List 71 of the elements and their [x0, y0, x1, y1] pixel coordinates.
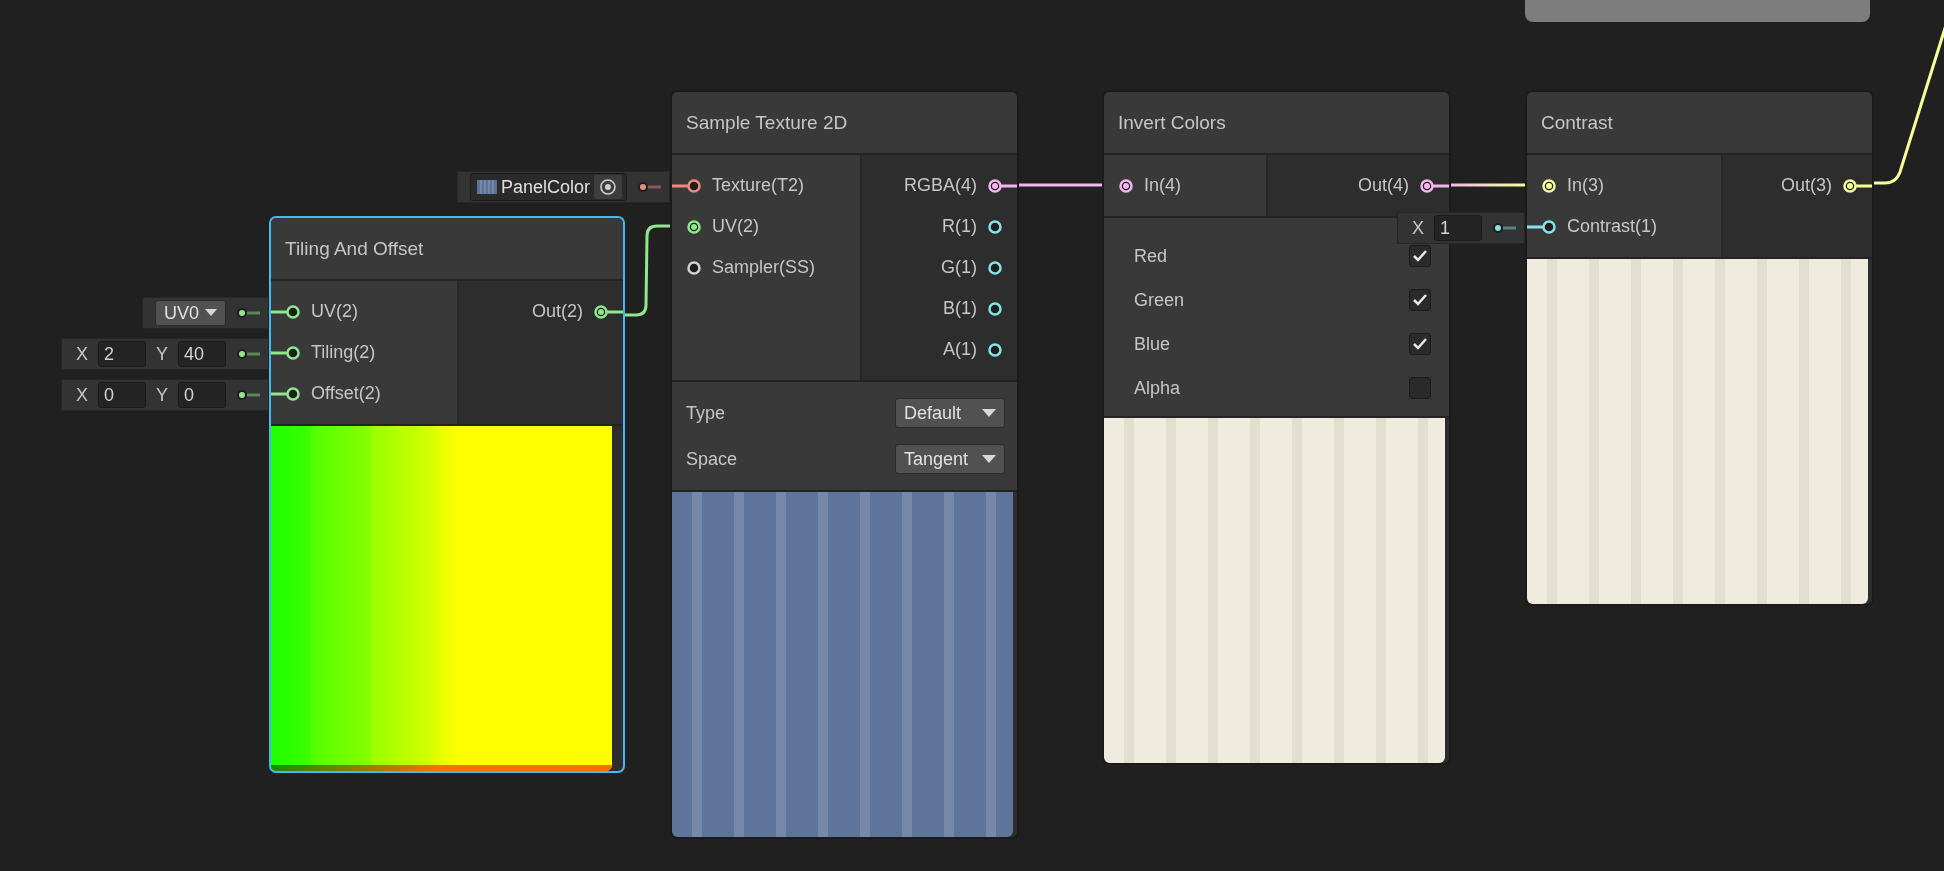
graph-node[interactable]: Sample Texture 2D Texture(T2) UV(2) Sampler(SS) RGBA(4) R(1) G(1) B(1) A(1) Type Default Space Tangent: [670, 90, 1019, 839]
port-label: RGBA(4): [903, 175, 978, 196]
axis-label: Y: [155, 343, 169, 365]
port-label: Offset(2): [310, 383, 382, 404]
setting-dropdown[interactable]: Tangent: [895, 444, 1005, 474]
checkbox[interactable]: [1409, 245, 1431, 267]
connector-dot-icon: [635, 181, 661, 193]
node-title: Tiling And Offset: [271, 218, 623, 281]
port-icon[interactable]: [591, 303, 623, 320]
connector-dot-icon: [234, 348, 260, 360]
checkbox[interactable]: [1409, 289, 1431, 311]
connector-dot-icon: [234, 307, 260, 319]
port-label: G(1): [940, 257, 978, 278]
port-label: Out(2): [531, 301, 584, 322]
setting-dropdown[interactable]: Default: [895, 398, 1005, 428]
check-icon: [1412, 293, 1428, 307]
checkbox[interactable]: [1409, 333, 1431, 355]
channel-label: Green: [1134, 289, 1185, 311]
caret-icon: [982, 454, 996, 464]
check-icon: [1412, 249, 1428, 263]
target-icon: [599, 178, 617, 196]
number-field[interactable]: 40: [178, 341, 226, 367]
checkbox[interactable]: [1409, 377, 1431, 399]
node-title: Contrast: [1527, 92, 1872, 155]
port-label: Contrast(1): [1566, 216, 1659, 237]
port-label: Out(3): [1780, 175, 1833, 196]
port-icon[interactable]: [985, 177, 1017, 194]
port-label: Tiling(2): [310, 342, 377, 363]
axis-label: X: [74, 384, 89, 406]
port-label: B(1): [942, 298, 978, 319]
port-label: UV(2): [310, 301, 359, 322]
setting-label: Space: [686, 448, 738, 470]
number-field[interactable]: 0: [178, 382, 226, 408]
texture-swatch-icon: [476, 180, 497, 194]
port-icon[interactable]: [1527, 218, 1559, 235]
port-icon[interactable]: [672, 177, 704, 194]
texture-field[interactable]: PanelColor: [469, 173, 627, 201]
port-icon[interactable]: [271, 385, 303, 402]
port-icon[interactable]: [271, 344, 303, 361]
axis-label: X: [74, 343, 89, 365]
port-icon[interactable]: [1840, 177, 1872, 194]
object-picker-button[interactable]: [594, 175, 622, 199]
number-field[interactable]: 0: [98, 382, 146, 408]
connector-dot-icon: [234, 389, 260, 401]
port-label: In(4): [1143, 175, 1182, 196]
port-label: R(1): [941, 216, 978, 237]
axis-label: Y: [155, 384, 169, 406]
port-label: In(3): [1566, 175, 1605, 196]
check-icon: [1412, 337, 1428, 351]
graph-node[interactable]: Tiling And Offset UV(2) Tiling(2) Offset(2) Out(2): [269, 216, 625, 773]
channel-label: Alpha: [1134, 377, 1181, 399]
node-title: Invert Colors: [1104, 92, 1449, 155]
axis-label: X: [1411, 217, 1425, 239]
port-label: Sampler(SS): [711, 257, 817, 278]
caret-icon: [205, 309, 217, 317]
caret-icon: [982, 408, 996, 418]
connector-dot-icon: [1490, 222, 1516, 234]
port-icon[interactable]: [271, 303, 303, 320]
uv-dropdown[interactable]: UV0: [155, 300, 226, 326]
channel-label: Red: [1134, 245, 1168, 267]
port-label: Texture(T2): [711, 175, 806, 196]
node-title: Sample Texture 2D: [672, 92, 1017, 155]
port-icon[interactable]: [1417, 177, 1449, 194]
number-field[interactable]: 2: [98, 341, 146, 367]
graph-node[interactable]: Contrast In(3) Contrast(1) Out(3): [1525, 90, 1874, 606]
setting-label: Type: [686, 402, 726, 424]
port-label: UV(2): [711, 216, 760, 237]
port-label: Out(4): [1357, 175, 1410, 196]
port-label: A(1): [942, 339, 978, 360]
channel-label: Blue: [1134, 333, 1171, 355]
number-field[interactable]: 1: [1434, 215, 1482, 241]
